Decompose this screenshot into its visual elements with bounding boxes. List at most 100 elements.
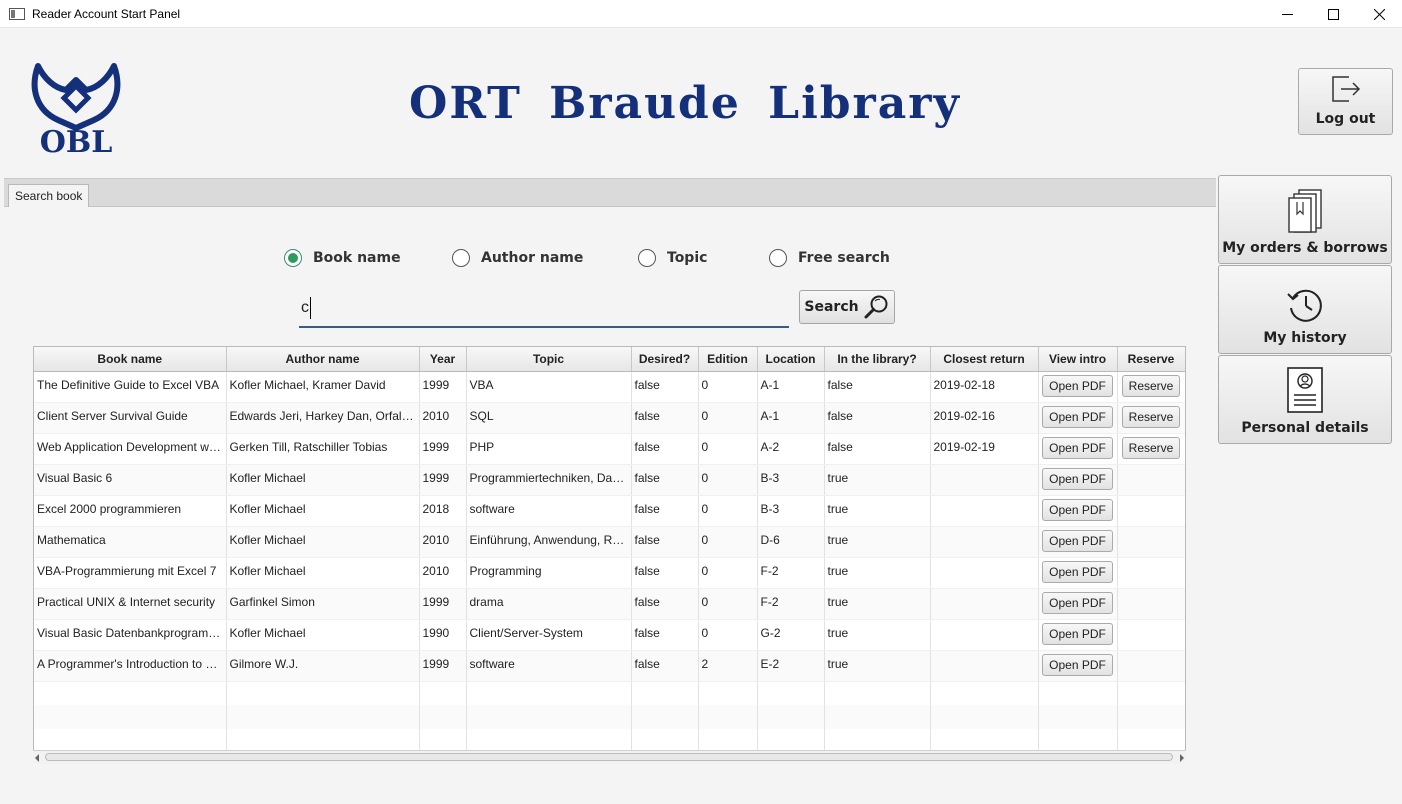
table-cell: 0 [698, 402, 758, 434]
column-header[interactable]: View intro [1038, 347, 1118, 372]
open-pdf-button[interactable]: Open PDF [1042, 529, 1113, 552]
table-cell [930, 705, 1039, 729]
table-row[interactable]: VBA-Programmierung mit Excel 7 Kofler Mic… [34, 557, 1185, 589]
table-cell [466, 705, 632, 729]
open-pdf-button[interactable]: Open PDF [1042, 653, 1113, 676]
table-cell: Kofler Michael [226, 526, 420, 558]
my-history-button[interactable]: My history [1218, 265, 1392, 354]
open-pdf-button[interactable]: Open PDF [1042, 560, 1113, 583]
column-header[interactable]: Edition [698, 347, 758, 372]
reserve-button[interactable]: Reserve [1121, 405, 1181, 428]
open-pdf-button[interactable]: Open PDF [1042, 467, 1113, 490]
profile-card-icon [1287, 367, 1323, 413]
scrollbar-thumb[interactable] [45, 753, 1173, 761]
scroll-right-icon[interactable] [1180, 754, 1184, 762]
table-cell: 0 [698, 433, 758, 465]
table-cell: A Programmer's Introduction to Visual Ba… [34, 650, 227, 682]
table-cell: Excel 2000 programmieren [34, 495, 227, 527]
table-cell: Open PDF [1038, 557, 1118, 589]
open-pdf-button[interactable]: Open PDF [1042, 436, 1113, 459]
horizontal-scrollbar[interactable] [33, 750, 1186, 764]
radio-free-search[interactable]: Free search [769, 248, 890, 268]
my-orders-button[interactable]: My orders & borrows [1218, 175, 1392, 264]
table-row[interactable]: Client Server Survival Guide Edwards Jeri… [34, 402, 1185, 434]
column-header[interactable]: Author name [226, 347, 420, 372]
table-cell [757, 681, 825, 705]
table-cell [1117, 526, 1185, 558]
column-header[interactable]: Year [419, 347, 467, 372]
open-pdf-button[interactable]: Open PDF [1042, 622, 1113, 645]
table-row[interactable]: Visual Basic DatenbankprogrammierungKofl… [34, 619, 1185, 651]
radio-button[interactable] [769, 249, 787, 267]
table-cell: Open PDF [1038, 371, 1118, 403]
search-button[interactable]: Search [799, 290, 895, 324]
table-cell: false [631, 402, 699, 434]
open-pdf-button[interactable]: Open PDF [1042, 498, 1113, 521]
logout-button[interactable]: Log out [1298, 68, 1393, 135]
radio-button[interactable] [452, 249, 470, 267]
table-row[interactable]: Visual Basic 6 Kofler Michael 1999 Programm… [34, 464, 1185, 496]
minimize-icon[interactable] [1264, 0, 1310, 28]
books-icon [1288, 189, 1322, 233]
window-title: Reader Account Start Panel [32, 6, 181, 21]
radio-button[interactable] [638, 249, 656, 267]
column-header[interactable]: In the library? [824, 347, 931, 372]
radio-label: Book name [313, 250, 401, 266]
radio-button-checked[interactable] [284, 249, 302, 267]
library-logo: OBL [28, 58, 124, 160]
radio-book-name[interactable]: Book name [284, 248, 401, 268]
table-cell: 0 [698, 588, 758, 620]
open-pdf-button[interactable]: Open PDF [1042, 374, 1113, 397]
table-cell [1117, 557, 1185, 589]
table-row[interactable]: A Programmer's Introduction to Visual Ba… [34, 650, 1185, 682]
maximize-icon[interactable] [1310, 0, 1356, 28]
table-cell: A-1 [757, 402, 825, 434]
page-title: ORT Braude Library [409, 78, 961, 129]
table-cell [1117, 650, 1185, 682]
tab-search-book[interactable]: Search book [8, 184, 90, 207]
radio-author-name[interactable]: Author name [452, 248, 583, 268]
table-row[interactable]: Mathematica Kofler Michael 2010 Einführung,… [34, 526, 1185, 558]
table-cell: Edwards Jeri, Harkey Dan, Orfali Robert [226, 402, 420, 434]
table-cell: Programmiertechniken, Datenbanken [466, 464, 632, 496]
table-cell: 0 [698, 619, 758, 651]
table-cell: Open PDF [1038, 619, 1118, 651]
tab-header-bar [4, 178, 1216, 207]
reserve-button[interactable]: Reserve [1121, 436, 1181, 459]
table-cell: Client/Server-System [466, 619, 632, 651]
table-row[interactable]: The Definitive Guide to Excel VBA Kofler … [34, 371, 1185, 403]
table-cell [698, 681, 758, 705]
table-cell [466, 681, 632, 705]
scroll-left-icon[interactable] [35, 754, 39, 762]
table-cell [34, 705, 227, 729]
column-header[interactable]: Location [757, 347, 825, 372]
column-header[interactable]: Topic [466, 347, 632, 372]
table-cell: 0 [698, 495, 758, 527]
table-cell: 0 [698, 526, 758, 558]
table-cell: Reserve [1117, 402, 1185, 434]
search-icon [864, 295, 888, 319]
history-icon [1287, 289, 1322, 322]
table-cell [1038, 681, 1118, 705]
table-cell: Open PDF [1038, 495, 1118, 527]
personal-details-button[interactable]: Personal details [1218, 355, 1392, 444]
table-row[interactable]: Excel 2000 programmieren Kofler Michael 20… [34, 495, 1185, 527]
table-cell: A-2 [757, 433, 825, 465]
open-pdf-button[interactable]: Open PDF [1042, 591, 1113, 614]
table-cell: F-2 [757, 557, 825, 589]
close-icon[interactable] [1356, 0, 1402, 28]
table-cell [930, 464, 1039, 496]
radio-topic[interactable]: Topic [638, 248, 707, 268]
search-input[interactable]: c [299, 290, 789, 328]
open-pdf-button[interactable]: Open PDF [1042, 405, 1113, 428]
column-header[interactable]: Closest return [930, 347, 1039, 372]
column-header[interactable]: Desired? [631, 347, 699, 372]
app-icon [9, 7, 25, 20]
reserve-button[interactable]: Reserve [1121, 374, 1181, 397]
table-cell: Practical UNIX & Internet security [34, 588, 227, 620]
table-row[interactable]: Practical UNIX & Internet security Garfin… [34, 588, 1185, 620]
table-row[interactable]: Web Application Development with PHPGerk… [34, 433, 1185, 465]
column-header[interactable]: Reserve [1117, 347, 1185, 372]
column-header[interactable]: Book name [34, 347, 227, 372]
table-cell [1117, 681, 1185, 705]
